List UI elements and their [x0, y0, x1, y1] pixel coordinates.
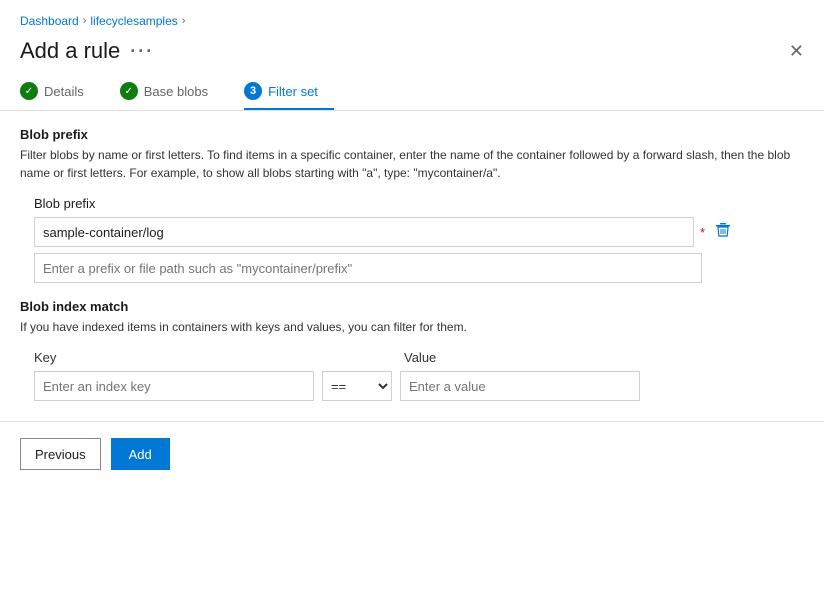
- blob-index-section-title: Blob index match: [20, 299, 804, 314]
- blob-prefix-input-row: *: [20, 217, 804, 247]
- previous-button[interactable]: Previous: [20, 438, 101, 470]
- close-icon[interactable]: ✕: [789, 42, 804, 60]
- footer: Previous Add: [0, 422, 824, 486]
- blob-prefix-input[interactable]: [34, 217, 694, 247]
- blob-index-section-desc: If you have indexed items in containers …: [20, 318, 804, 336]
- breadcrumb-lifecyclesamples[interactable]: lifecyclesamples: [90, 14, 177, 28]
- blob-prefix-placeholder-row: [20, 253, 804, 283]
- kv-key-label: Key: [34, 350, 314, 365]
- breadcrumb-sep-1: ›: [83, 15, 87, 27]
- header: Add a rule ··· ✕: [0, 34, 824, 74]
- add-button[interactable]: Add: [111, 438, 170, 470]
- blob-prefix-section-title: Blob prefix: [20, 127, 804, 142]
- blob-prefix-section-desc: Filter blobs by name or first letters. T…: [20, 146, 804, 182]
- kv-value-label: Value: [404, 350, 436, 365]
- blob-prefix-placeholder-input[interactable]: [34, 253, 702, 283]
- breadcrumb-dashboard[interactable]: Dashboard: [20, 14, 79, 28]
- breadcrumb-sep-2: ›: [182, 15, 186, 27]
- blob-index-match-section: Blob index match If you have indexed ite…: [20, 299, 804, 401]
- tab-details-label: Details: [44, 84, 84, 99]
- header-left: Add a rule ···: [20, 38, 154, 64]
- kv-key-input[interactable]: [34, 371, 314, 401]
- more-options-icon[interactable]: ···: [130, 41, 154, 62]
- tab-filter-set[interactable]: 3 Filter set: [244, 74, 334, 110]
- breadcrumb: Dashboard › lifecyclesamples ›: [0, 0, 824, 34]
- kv-input-row: == != > >= < <=: [20, 371, 804, 401]
- kv-operator-wrapper: == != > >= < <=: [322, 371, 392, 401]
- tab-base-blobs-label: Base blobs: [144, 84, 208, 99]
- tab-base-blobs[interactable]: ✓ Base blobs: [120, 74, 224, 110]
- required-indicator: *: [700, 225, 705, 240]
- tab-details[interactable]: ✓ Details: [20, 74, 100, 110]
- page-container: Dashboard › lifecyclesamples › Add a rul…: [0, 0, 824, 612]
- tab-details-check: ✓: [20, 82, 38, 100]
- blob-prefix-field-label: Blob prefix: [20, 196, 804, 211]
- tabs-bar: ✓ Details ✓ Base blobs 3 Filter set: [0, 74, 824, 111]
- tab-base-blobs-check: ✓: [120, 82, 138, 100]
- tab-filter-set-num: 3: [244, 82, 262, 100]
- kv-value-input[interactable]: [400, 371, 640, 401]
- main-content: Blob prefix Filter blobs by name or firs…: [0, 111, 824, 401]
- blob-prefix-section: Blob prefix Filter blobs by name or firs…: [20, 127, 804, 283]
- kv-operator-select[interactable]: == != > >= < <=: [322, 371, 392, 401]
- delete-prefix-icon[interactable]: [711, 220, 735, 245]
- kv-header: Key Value: [20, 350, 804, 365]
- page-title: Add a rule: [20, 38, 120, 64]
- tab-filter-set-label: Filter set: [268, 84, 318, 99]
